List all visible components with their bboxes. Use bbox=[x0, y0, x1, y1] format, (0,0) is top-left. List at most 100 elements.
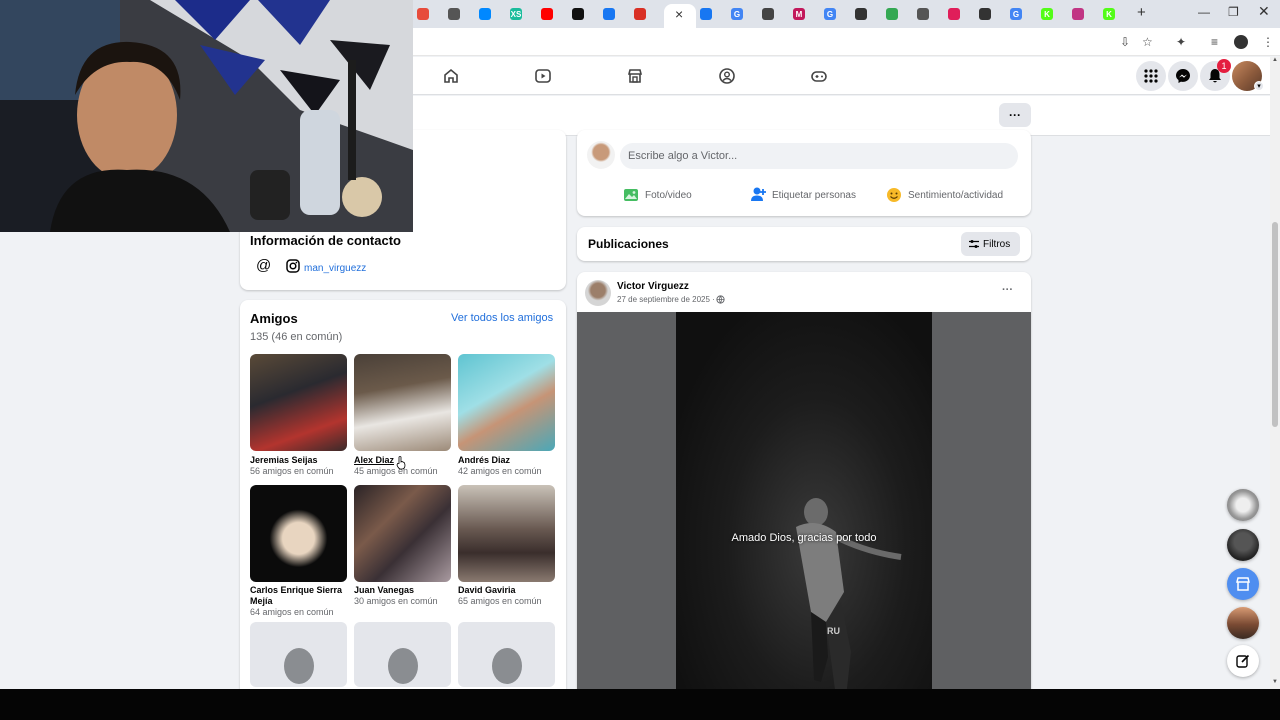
browser-tab[interactable] bbox=[910, 4, 936, 24]
tag-people-icon bbox=[751, 187, 766, 201]
browser-tab[interactable]: G bbox=[724, 4, 750, 24]
browser-tab[interactable] bbox=[565, 4, 591, 24]
maximize-icon[interactable]: ❐ bbox=[1228, 5, 1239, 19]
browser-tab[interactable] bbox=[534, 4, 560, 24]
post-meta: 27 de septiembre de 2025 · bbox=[617, 295, 725, 304]
install-app-icon[interactable]: ⇩ bbox=[1120, 35, 1130, 49]
browser-tab[interactable]: K bbox=[1096, 4, 1122, 24]
browser-tab[interactable]: G bbox=[1003, 4, 1029, 24]
maps-icon bbox=[886, 8, 898, 20]
new-tab-button[interactable]: + bbox=[1137, 4, 1146, 21]
friend-placeholder-photo[interactable] bbox=[458, 622, 555, 687]
feeling-activity-button[interactable]: Sentimiento/actividad bbox=[908, 190, 1003, 201]
friend-photo-david[interactable] bbox=[458, 485, 555, 582]
minimize-icon[interactable]: — bbox=[1198, 5, 1210, 19]
video-icon[interactable] bbox=[534, 67, 552, 85]
slack-icon bbox=[948, 8, 960, 20]
media-control-icon[interactable]: ≡ bbox=[1211, 35, 1218, 49]
profile-more-button[interactable]: ··· bbox=[999, 103, 1031, 127]
gaming-icon[interactable] bbox=[810, 67, 828, 85]
google-icon: G bbox=[824, 8, 836, 20]
friend-mutual: 64 amigos en común bbox=[250, 607, 334, 617]
scrollbar-thumb[interactable] bbox=[1272, 222, 1278, 427]
post-author-avatar[interactable] bbox=[585, 280, 611, 306]
kick-icon: K bbox=[1103, 8, 1115, 20]
friend-placeholder-photo[interactable] bbox=[354, 622, 451, 687]
filters-label: Filtros bbox=[983, 238, 1011, 250]
chat-head-contact[interactable] bbox=[1227, 607, 1259, 639]
marketplace-icon[interactable] bbox=[626, 67, 644, 85]
instagram-link[interactable]: man_virguezz bbox=[304, 263, 366, 274]
app-icon bbox=[762, 8, 774, 20]
friend-placeholder-photo[interactable] bbox=[250, 622, 347, 687]
friend-photo-carlos[interactable] bbox=[250, 485, 347, 582]
browser-menu-icon[interactable]: ⋮ bbox=[1262, 35, 1274, 49]
close-tab-icon[interactable]: × bbox=[675, 6, 683, 22]
filters-button[interactable]: Filtros bbox=[961, 232, 1020, 256]
browser-tab[interactable]: G bbox=[817, 4, 843, 24]
friend-name[interactable]: Andrés Diaz bbox=[458, 455, 510, 465]
friend-name[interactable]: Jeremias Seijas bbox=[250, 455, 318, 465]
browser-tab[interactable] bbox=[627, 4, 653, 24]
contact-info-title: Información de contacto bbox=[250, 233, 401, 248]
post-date[interactable]: 27 de septiembre de 2025 · bbox=[617, 295, 715, 304]
post-options-button[interactable]: ··· bbox=[1002, 284, 1013, 296]
friend-photo-jeremias[interactable] bbox=[250, 354, 347, 451]
browser-tab[interactable]: XS bbox=[503, 4, 529, 24]
friend-name[interactable]: Juan Vanegas bbox=[354, 585, 414, 595]
menu-grid-icon[interactable] bbox=[1136, 61, 1166, 91]
profile-avatar-icon[interactable] bbox=[1234, 35, 1248, 49]
browser-tab[interactable] bbox=[941, 4, 967, 24]
shazam-icon bbox=[479, 8, 491, 20]
browser-tab[interactable] bbox=[848, 4, 874, 24]
browser-tab[interactable]: M bbox=[786, 4, 812, 24]
home-icon[interactable] bbox=[442, 67, 460, 85]
scroll-down-icon[interactable]: ▼ bbox=[1272, 679, 1278, 685]
browser-tab[interactable] bbox=[596, 4, 622, 24]
post-card: Victor Virguezz 27 de septiembre de 2025… bbox=[577, 272, 1031, 702]
marketplace-chat-button[interactable] bbox=[1227, 568, 1259, 600]
friend-photo-juan[interactable] bbox=[354, 485, 451, 582]
at-sign-icon: @ bbox=[256, 257, 272, 274]
compose-icon bbox=[1236, 654, 1250, 668]
browser-tab[interactable]: K bbox=[1034, 4, 1060, 24]
friend-photo-andres[interactable] bbox=[458, 354, 555, 451]
chat-head-contact[interactable] bbox=[1227, 529, 1259, 561]
chevron-down-icon: ▾ bbox=[1254, 81, 1264, 91]
bookmark-star-icon[interactable]: ☆ bbox=[1142, 35, 1153, 49]
tag-people-button[interactable]: Etiquetar personas bbox=[772, 190, 856, 201]
extensions-icon[interactable]: ✦ bbox=[1176, 35, 1186, 49]
friend-photo-alex[interactable] bbox=[354, 354, 451, 451]
video-frame: RU bbox=[676, 312, 932, 702]
friend-name[interactable]: David Gaviria bbox=[458, 585, 516, 595]
page-scrollbar[interactable]: ▲ ▼ bbox=[1270, 57, 1280, 689]
browser-tab[interactable] bbox=[693, 4, 719, 24]
close-window-icon[interactable]: ✕ bbox=[1258, 3, 1270, 20]
browser-tab[interactable] bbox=[755, 4, 781, 24]
composer-input[interactable]: Escribe algo a Victor... bbox=[620, 143, 1018, 169]
filter-sliders-icon bbox=[969, 240, 979, 248]
browser-tab[interactable] bbox=[1065, 4, 1091, 24]
chat-head-contact[interactable] bbox=[1227, 489, 1259, 521]
new-message-button[interactable] bbox=[1227, 645, 1259, 677]
browser-tab[interactable] bbox=[410, 4, 436, 24]
browser-tab[interactable] bbox=[472, 4, 498, 24]
friends-card: Amigos 135 (46 en común) Ver todos los a… bbox=[240, 300, 566, 700]
photo-video-button[interactable]: Foto/video bbox=[645, 190, 692, 201]
post-video[interactable]: RU Amado Dios, gracias por todo bbox=[577, 312, 1031, 702]
friend-mutual: 65 amigos en común bbox=[458, 596, 542, 606]
groups-icon[interactable] bbox=[718, 67, 736, 85]
browser-tab[interactable] bbox=[441, 4, 467, 24]
browser-tab[interactable] bbox=[972, 4, 998, 24]
see-all-friends-link[interactable]: Ver todos los amigos bbox=[451, 312, 553, 324]
friend-name[interactable]: Carlos Enrique Sierra Mejía bbox=[250, 585, 347, 607]
tab-active[interactable]: × bbox=[664, 4, 696, 28]
post-author-name[interactable]: Victor Virguezz bbox=[617, 281, 689, 292]
scroll-up-icon[interactable]: ▲ bbox=[1272, 57, 1278, 63]
friend-name[interactable]: Alex Diaz bbox=[354, 455, 394, 465]
messenger-icon[interactable] bbox=[1168, 61, 1198, 91]
video-caption: Amado Dios, gracias por todo bbox=[731, 532, 877, 544]
person-silhouette-icon bbox=[492, 648, 522, 684]
mega-icon: M bbox=[793, 8, 805, 20]
browser-tab[interactable] bbox=[879, 4, 905, 24]
